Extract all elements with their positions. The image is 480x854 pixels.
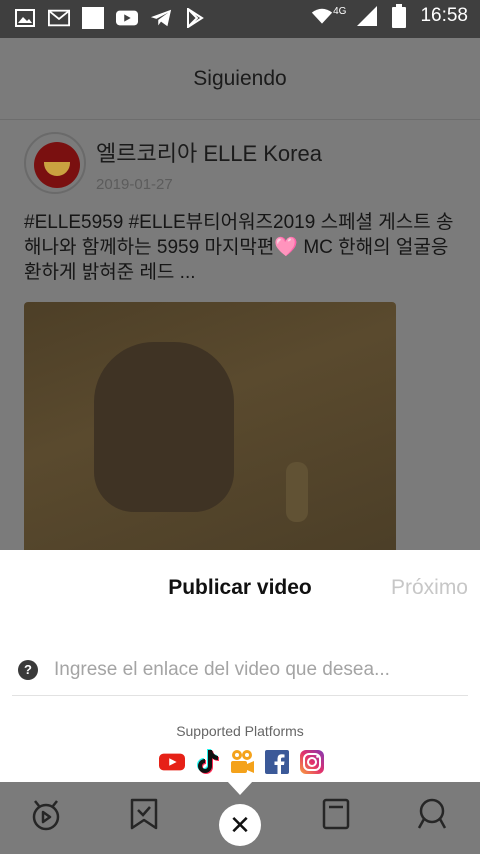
post-author[interactable]: 엘르코리아 ELLE Korea bbox=[96, 136, 322, 168]
post-video-thumbnail[interactable] bbox=[24, 302, 396, 550]
battery-icon bbox=[388, 4, 410, 28]
kuaishou-icon bbox=[229, 749, 255, 775]
gmail-icon bbox=[48, 7, 70, 29]
network-type: 4G bbox=[333, 5, 347, 17]
wifi-icon bbox=[311, 5, 333, 27]
notes-icon[interactable] bbox=[318, 796, 354, 832]
platforms-list bbox=[159, 749, 325, 775]
status-bar: 4G 16:58 bbox=[0, 0, 480, 38]
avatar[interactable] bbox=[24, 132, 86, 194]
signal-icon bbox=[356, 5, 378, 27]
video-link-row: ? bbox=[12, 644, 468, 696]
next-button[interactable]: Próximo bbox=[391, 576, 468, 600]
platforms-label: Supported Platforms bbox=[176, 723, 304, 739]
help-icon[interactable]: ? bbox=[18, 659, 38, 680]
blank-square-icon bbox=[82, 7, 104, 29]
post-date: 2019-01-27 bbox=[96, 176, 173, 193]
telegram-icon bbox=[150, 7, 172, 29]
home-icon[interactable] bbox=[28, 796, 64, 832]
close-button[interactable]: ✕ bbox=[219, 804, 261, 846]
search-icon[interactable] bbox=[414, 796, 450, 832]
top-bar: Siguiendo bbox=[0, 38, 480, 120]
post-header: 엘르코리아 ELLE Korea 2019-01-27 bbox=[24, 132, 322, 194]
bottom-nav: ✕ bbox=[0, 781, 480, 854]
post-text[interactable]: #ELLE5959 #ELLE뷰티어워즈2019 스페셜 게스트 송해나와 함께… bbox=[24, 210, 460, 285]
feed-page: Siguiendo 엘르코리아 ELLE Korea 2019-01-27 #E… bbox=[0, 38, 480, 550]
sheet-pointer bbox=[227, 781, 253, 795]
page-title: Siguiendo bbox=[193, 66, 287, 90]
play-store-icon bbox=[184, 7, 206, 29]
youtube-icon bbox=[116, 7, 138, 29]
bookmark-icon[interactable] bbox=[126, 796, 162, 832]
instagram-icon bbox=[299, 749, 325, 775]
facebook-icon bbox=[264, 749, 290, 775]
video-link-input[interactable] bbox=[54, 658, 454, 681]
tiktok-icon bbox=[194, 749, 220, 775]
youtube-icon bbox=[159, 749, 185, 775]
clock: 16:58 bbox=[420, 5, 468, 26]
gallery-icon bbox=[14, 7, 36, 29]
publish-video-sheet: Publicar video Próximo ? Supported Platf… bbox=[0, 550, 480, 782]
